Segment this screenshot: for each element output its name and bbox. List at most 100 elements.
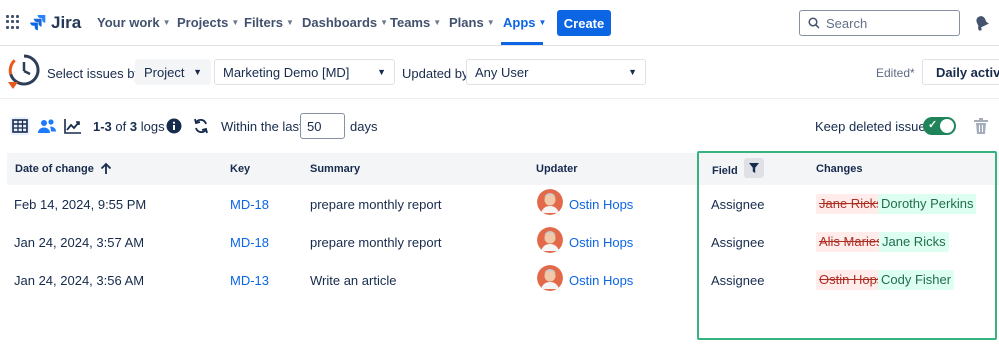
nav-projects[interactable]: Projects ▼ [177, 15, 239, 30]
date-cell: Feb 14, 2024, 9:55 PM [14, 197, 147, 212]
summary-cell: Write an article [310, 273, 397, 288]
trash-icon[interactable] [973, 117, 989, 135]
chevron-down-icon: ▼ [193, 67, 202, 77]
nav-label: Dashboards [302, 15, 378, 30]
nav-label: Projects [177, 15, 229, 30]
active-nav-indicator [501, 42, 543, 45]
selected-value: Marketing Demo [MD] [223, 64, 350, 80]
avatar[interactable] [537, 265, 563, 291]
old-value: Alis Maries [816, 232, 886, 252]
table-view-icon[interactable] [10, 117, 30, 135]
nav-filters[interactable]: Filters ▼ [244, 15, 294, 30]
nav-plans[interactable]: Plans ▼ [449, 15, 495, 30]
nav-your-work[interactable]: Your work ▼ [97, 15, 171, 30]
nav-apps[interactable]: Apps ▼ [503, 15, 546, 30]
new-value: Cody Fisher [878, 270, 955, 290]
column-label: Key [230, 163, 251, 175]
column-key[interactable]: Key [230, 163, 250, 175]
table-header: Date of change Key Summary Updater Field… [7, 153, 999, 185]
create-button[interactable]: Create [557, 10, 611, 36]
date-cell: Jan 24, 2024, 3:57 AM [14, 235, 145, 250]
issue-key-link[interactable]: MD-13 [230, 273, 269, 288]
column-field[interactable]: Field [712, 158, 764, 178]
column-label: Date of change [15, 163, 94, 175]
issue-key-link[interactable]: MD-18 [230, 235, 269, 250]
updated-by-label: Updated by: [402, 66, 473, 81]
jira-logo-icon [30, 15, 46, 31]
history-clock-icon [8, 54, 40, 89]
table-row: Jan 24, 2024, 3:57 AM MD-18 prepare mont… [0, 223, 999, 261]
column-label: Field [712, 164, 738, 177]
check-icon: ✓ [928, 119, 938, 131]
chevron-down-icon: ▼ [286, 18, 294, 27]
search-input[interactable] [826, 15, 946, 31]
app-name: Jira [51, 13, 82, 32]
app-switcher-icon[interactable] [6, 15, 20, 29]
info-icon[interactable] [166, 118, 182, 134]
column-changes[interactable]: Changes [816, 163, 862, 175]
toggle-knob [940, 119, 954, 133]
nav-label: Filters [244, 15, 284, 30]
summary-cell: prepare monthly report [310, 235, 442, 250]
nav-label: Teams [390, 15, 431, 30]
column-updater[interactable]: Updater [536, 163, 578, 175]
project-dropdown[interactable]: Marketing Demo [MD] ▼ [214, 59, 395, 85]
notifications-icon[interactable] [973, 14, 991, 32]
of-label: of [115, 119, 127, 134]
field-cell: Assignee [711, 273, 765, 288]
updater-link[interactable]: Ostin Hops [569, 273, 633, 288]
refresh-icon[interactable] [192, 117, 210, 135]
chart-view-icon[interactable] [63, 117, 83, 135]
jira-logo[interactable]: Jira [30, 13, 81, 33]
filter-bar: Select issues by: Project ▼ Marketing De… [0, 47, 999, 99]
chevron-down-icon: ▼ [231, 18, 240, 27]
avatar[interactable] [537, 189, 563, 215]
selected-value: Any User [475, 64, 529, 80]
daily-activity-button[interactable]: Daily activity [922, 59, 999, 85]
issue-key-link[interactable]: MD-18 [230, 197, 269, 212]
filter-button[interactable] [743, 158, 764, 178]
search-box[interactable] [799, 10, 960, 36]
nav-label: Plans [449, 15, 484, 30]
column-date-of-change[interactable]: Date of change [15, 162, 112, 175]
within-label: Within the last: [221, 119, 307, 134]
select-issues-by-dropdown[interactable]: Project ▼ [135, 59, 211, 85]
daily-activity-label: Daily activity [936, 64, 999, 80]
updater-link[interactable]: Ostin Hops [569, 235, 633, 250]
keep-deleted-label: Keep deleted issues [815, 119, 933, 134]
avatar[interactable] [537, 227, 563, 253]
selected-value: Project [144, 64, 185, 80]
logs-label: logs [140, 119, 165, 134]
chevron-down-icon: ▼ [628, 67, 637, 77]
column-summary[interactable]: Summary [310, 163, 360, 175]
sort-ascending-icon[interactable] [100, 162, 112, 175]
date-cell: Jan 24, 2024, 3:56 AM [14, 273, 145, 288]
select-issues-label: Select issues by: [47, 66, 145, 81]
column-label: Changes [816, 163, 863, 175]
days-label: days [350, 119, 378, 134]
nav-label: Your work [97, 15, 160, 30]
nav-label: Apps [503, 15, 536, 30]
field-cell: Assignee [711, 235, 765, 250]
chevron-down-icon: ▼ [433, 18, 442, 27]
users-view-icon[interactable] [37, 117, 57, 135]
nav-dashboards[interactable]: Dashboards ▼ [302, 15, 388, 30]
updated-by-dropdown[interactable]: Any User ▼ [466, 59, 646, 85]
summary-cell: prepare monthly report [310, 197, 442, 212]
nav-teams[interactable]: Teams ▼ [390, 15, 441, 30]
log-total: 3 [129, 119, 138, 134]
chevron-down-icon: ▼ [377, 67, 386, 77]
old-value: Ostin Hops [816, 270, 887, 290]
new-value: Dorothy Perkins [878, 194, 977, 214]
old-value: Jane Ricks [816, 194, 886, 214]
table-row: Jan 24, 2024, 3:56 AM MD-13 Write an art… [0, 261, 999, 299]
table-row: Feb 14, 2024, 9:55 PM MD-18 prepare mont… [0, 185, 999, 223]
column-label: Summary [310, 163, 361, 175]
keep-deleted-toggle[interactable]: ✓ [923, 117, 956, 135]
updater-link[interactable]: Ostin Hops [569, 197, 633, 212]
field-cell: Assignee [711, 197, 765, 212]
filter-icon [748, 163, 759, 173]
days-input[interactable] [300, 113, 345, 139]
column-label: Updater [536, 163, 578, 175]
log-range: 1-3 [93, 119, 112, 134]
